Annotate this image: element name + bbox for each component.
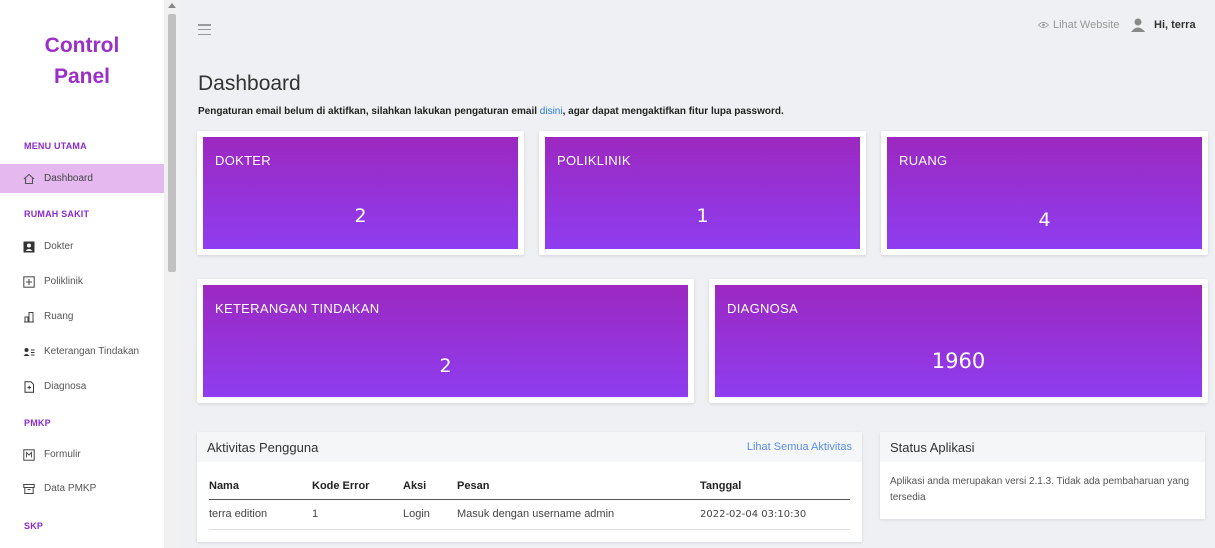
notice-settings-link[interactable]: disini	[540, 106, 563, 117]
stat-card-diagnosa[interactable]: DIAGNOSA 1960	[709, 279, 1208, 403]
section-rumah-sakit: RUMAH SAKIT	[24, 209, 90, 219]
stat-label: POLIKLINIK	[557, 153, 631, 168]
sidebar: Control Panel MENU UTAMA Dashboard RUMAH…	[0, 0, 164, 548]
sidebar-item-label: Formulir	[44, 449, 81, 460]
notice-text-after: , agar dapat mengaktifkan fitur lupa pas…	[562, 106, 784, 117]
activity-panel-header: Aktivitas Pengguna Lihat Semua Aktivitas	[197, 432, 862, 462]
document-icon	[22, 380, 36, 394]
menu-toggle-icon[interactable]	[198, 24, 211, 35]
column-header-pesan[interactable]: Pesan	[457, 480, 700, 500]
sidebar-item-label: Dashboard	[44, 173, 93, 184]
scroll-thumb[interactable]	[168, 14, 176, 272]
cell-tanggal: 2022-02-04 03:10:30	[700, 499, 850, 530]
stat-label: RUANG	[899, 153, 948, 168]
table-row: terra edition 1 Login Masuk dengan usern…	[209, 499, 850, 530]
sidebar-item-poliklinik[interactable]: Poliklinik	[0, 267, 164, 296]
sidebar-item-label: Data PMKP	[44, 483, 97, 494]
stat-value: 2	[354, 205, 367, 227]
cell-nama: terra edition	[209, 499, 312, 530]
stat-label: KETERANGAN TINDAKAN	[215, 301, 380, 316]
sidebar-item-label: Ruang	[44, 311, 74, 322]
archive-icon	[22, 482, 36, 496]
sidebar-item-dashboard[interactable]: Dashboard	[0, 164, 164, 193]
building-icon	[22, 310, 36, 324]
view-website-label: Lihat Website	[1053, 19, 1120, 31]
cell-kode-error: 1	[312, 499, 403, 530]
stat-card-poliklinik[interactable]: POLIKLINIK 1	[539, 131, 866, 255]
status-message: Aplikasi anda merupakan versi 2.1.3. Tid…	[890, 476, 1190, 503]
brand-logo[interactable]: Control Panel	[0, 30, 164, 92]
stat-label: DOKTER	[215, 153, 271, 168]
section-menu-utama: MENU UTAMA	[24, 141, 87, 151]
activity-panel-title: Aktivitas Pengguna	[207, 439, 319, 455]
status-panel-title: Status Aplikasi	[890, 439, 975, 455]
sidebar-item-label: Diagnosa	[44, 381, 87, 392]
column-header-aksi[interactable]: Aksi	[403, 480, 457, 500]
brand-line-2: Panel	[53, 65, 111, 88]
cell-pesan: Masuk dengan username admin	[457, 499, 700, 530]
view-website-link[interactable]: Lihat Website	[1038, 19, 1119, 31]
user-greeting: Hi, terra	[1154, 19, 1196, 31]
activity-table: Nama Kode Error Aksi Pesan Tanggal terra…	[209, 480, 850, 530]
sidebar-item-dokter[interactable]: Dokter	[0, 232, 164, 261]
user-menu[interactable]: Hi, terra	[1130, 18, 1196, 32]
stat-value: 2	[439, 355, 452, 377]
column-header-tanggal[interactable]: Tanggal	[700, 480, 850, 500]
stat-card-dokter[interactable]: DOKTER 2	[197, 131, 524, 255]
stat-card-ruang[interactable]: RUANG 4	[881, 131, 1208, 255]
section-pmkp: PMKP	[24, 418, 51, 428]
scroll-up-icon[interactable]	[168, 3, 176, 8]
form-icon	[22, 448, 36, 462]
user-icon	[1131, 18, 1145, 32]
stat-label: DIAGNOSA	[727, 301, 799, 316]
notice-text-before: Pengaturan email belum di aktifkan, sila…	[198, 106, 540, 117]
sidebar-scrollbar[interactable]	[165, 0, 179, 548]
stat-value: 1960	[931, 349, 986, 373]
section-skp: SKP	[24, 521, 44, 531]
sidebar-item-keterangan-tindakan[interactable]: Keterangan Tindakan	[0, 337, 164, 366]
sidebar-item-label: Poliklinik	[44, 276, 83, 287]
stat-value: 4	[1038, 209, 1051, 231]
view-all-activity-link[interactable]: Lihat Semua Aktivitas	[747, 441, 852, 453]
eye-icon	[1038, 22, 1049, 28]
sidebar-item-label: Dokter	[44, 241, 74, 252]
stat-card-keterangan-tindakan[interactable]: KETERANGAN TINDAKAN 2	[197, 279, 694, 403]
status-panel-header: Status Aplikasi	[880, 432, 1205, 462]
page-title: Dashboard	[198, 72, 301, 95]
sidebar-item-formulir[interactable]: Formulir	[0, 440, 164, 469]
status-panel: Status Aplikasi Aplikasi anda merupakan …	[880, 432, 1205, 519]
stat-value: 1	[696, 205, 709, 227]
column-header-kode-error[interactable]: Kode Error	[312, 480, 403, 500]
column-header-nama[interactable]: Nama	[209, 480, 312, 500]
cell-aksi: Login	[403, 499, 457, 530]
sidebar-item-diagnosa[interactable]: Diagnosa	[0, 372, 164, 401]
sidebar-item-ruang[interactable]: Ruang	[0, 302, 164, 331]
activity-panel: Aktivitas Pengguna Lihat Semua Aktivitas…	[197, 432, 862, 542]
sidebar-item-label: Keterangan Tindakan	[44, 346, 140, 357]
doctor-icon	[22, 240, 36, 254]
brand-line-1: Control	[44, 34, 120, 57]
clinic-icon	[22, 275, 36, 289]
home-icon	[22, 172, 36, 186]
sidebar-item-data-pmkp[interactable]: Data PMKP	[0, 474, 164, 503]
table-header-row: Nama Kode Error Aksi Pesan Tanggal	[209, 480, 850, 500]
user-list-icon	[22, 345, 36, 359]
email-notice: Pengaturan email belum di aktifkan, sila…	[198, 106, 784, 117]
